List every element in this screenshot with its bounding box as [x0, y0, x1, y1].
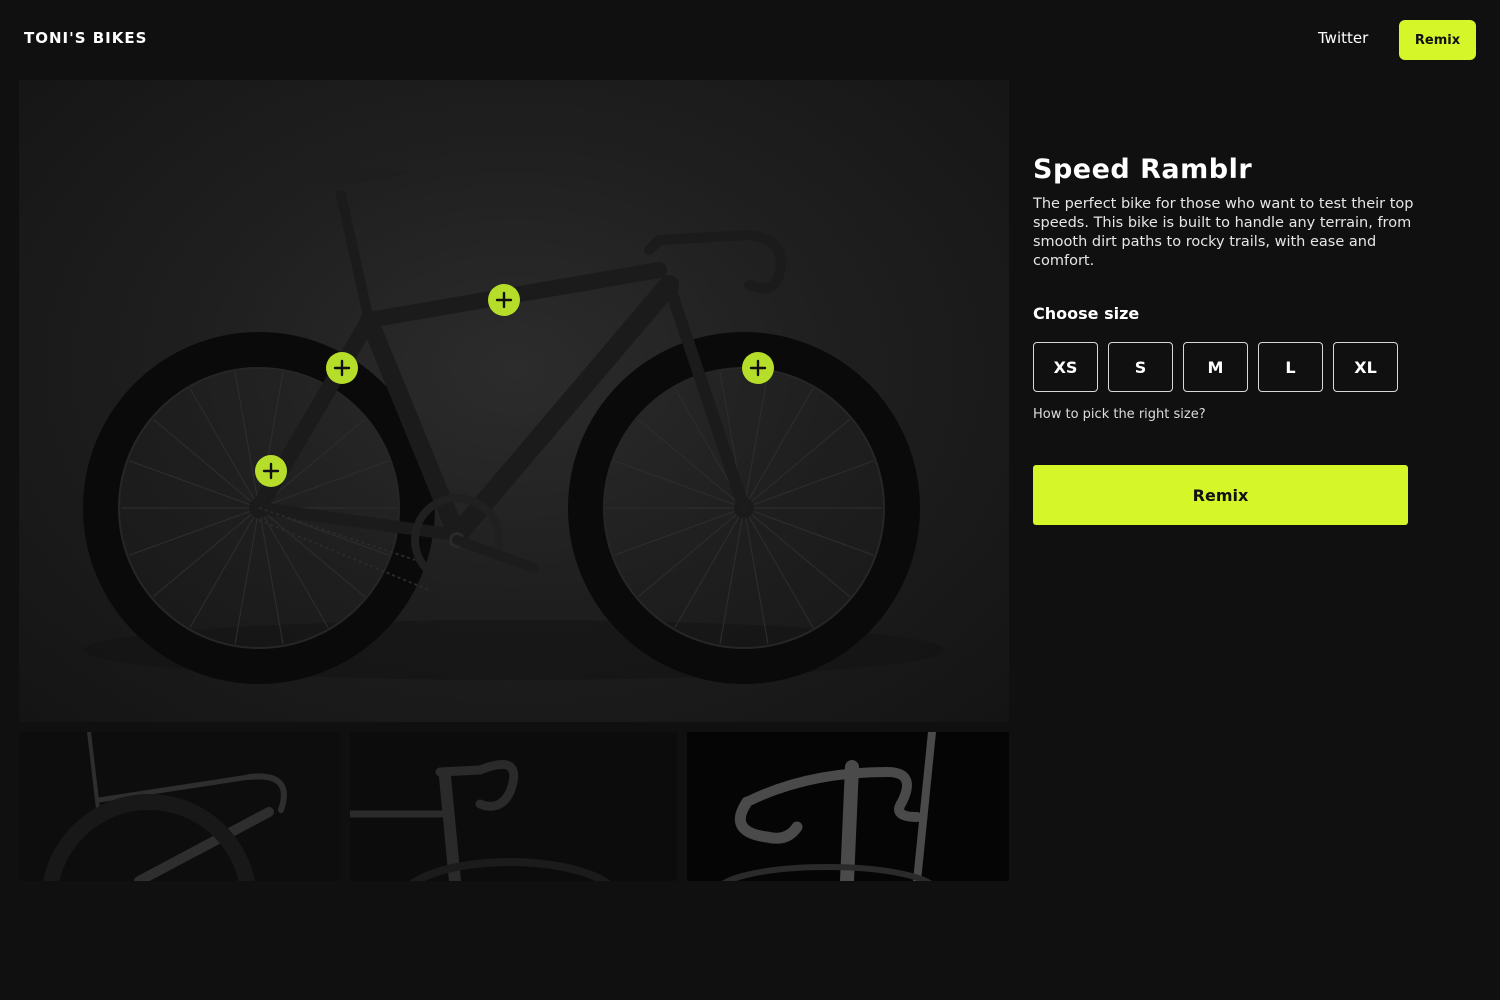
hotspot-top-tube[interactable]	[488, 284, 520, 316]
size-option-xs[interactable]: XS	[1033, 342, 1098, 392]
product-title: Speed Ramblr	[1033, 154, 1253, 185]
brand-logo[interactable]: TONI'S BIKES	[24, 29, 147, 47]
plus-icon	[262, 462, 280, 480]
plus-icon	[749, 359, 767, 377]
thumbnail-frame-detail[interactable]	[19, 732, 340, 881]
thumbnail-image	[19, 732, 340, 881]
thumbnail-handlebar[interactable]	[350, 732, 677, 881]
size-option-s[interactable]: S	[1108, 342, 1173, 392]
thumbnail-image	[687, 732, 1009, 881]
product-description: The perfect bike for those who want to t…	[1033, 196, 1414, 269]
size-option-m[interactable]: M	[1183, 342, 1248, 392]
twitter-link[interactable]: Twitter	[1318, 29, 1368, 47]
remix-cta-button[interactable]: Remix	[1033, 465, 1408, 525]
hotspot-front-wheel[interactable]	[742, 352, 774, 384]
size-option-l[interactable]: L	[1258, 342, 1323, 392]
bike-illustration	[83, 166, 944, 684]
hotspot-seat-stay[interactable]	[326, 352, 358, 384]
hotspot-rear-derailleur[interactable]	[255, 455, 287, 487]
size-heading: Choose size	[1033, 304, 1140, 323]
header-remix-button[interactable]: Remix	[1399, 20, 1476, 60]
size-selector: XS S M L XL	[1033, 342, 1398, 392]
size-option-xl[interactable]: XL	[1333, 342, 1398, 392]
size-guide-link[interactable]: How to pick the right size?	[1033, 407, 1206, 422]
plus-icon	[333, 359, 351, 377]
plus-icon	[495, 291, 513, 309]
thumbnail-image	[350, 732, 677, 881]
hero-bike-image	[19, 80, 1009, 722]
thumbnail-cockpit[interactable]	[687, 732, 1009, 881]
site-header: TONI'S BIKES Twitter Remix	[0, 0, 1500, 78]
